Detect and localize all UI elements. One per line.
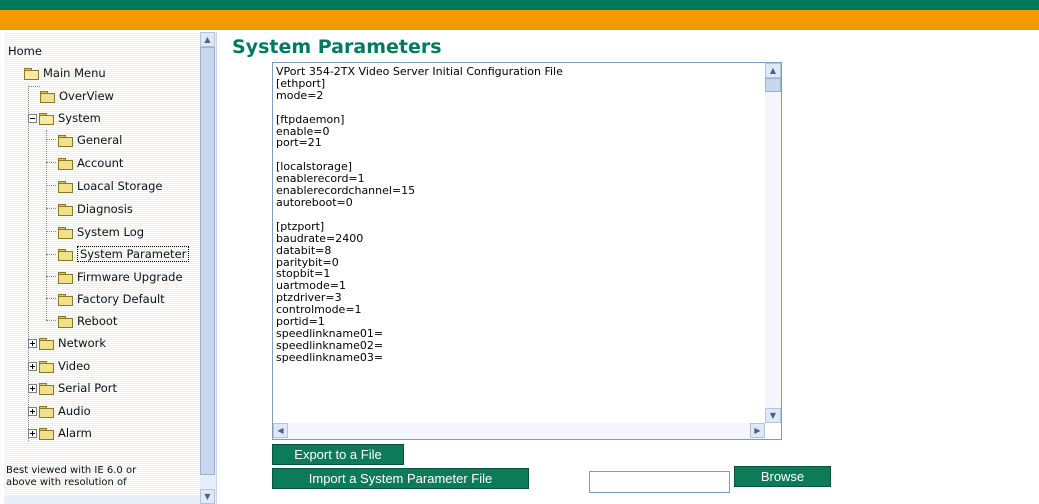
nav-item-label: Factory Default [77, 292, 165, 306]
nav-item-system-parameter[interactable]: System Parameter [58, 245, 190, 263]
folder-icon [58, 203, 73, 216]
folder-icon [58, 180, 73, 193]
browser-note: Best viewed with IE 6.0 or above with re… [6, 465, 136, 489]
scroll-up-icon[interactable]: ▲ [200, 32, 215, 47]
nav-item-video[interactable]: Video [28, 357, 90, 375]
header-green-bar [0, 0, 1039, 10]
folder-icon [39, 427, 54, 440]
nav-item-label: Account [77, 156, 124, 170]
scroll-thumb[interactable] [765, 78, 781, 92]
nav-item-label: Network [58, 336, 107, 350]
nav-item-reboot[interactable]: Reboot [58, 312, 117, 330]
export-button[interactable]: Export to a File [272, 444, 404, 465]
expand-icon[interactable] [28, 338, 37, 348]
nav-home[interactable]: Home [8, 42, 42, 60]
nav-item-label: Serial Port [58, 381, 117, 395]
sidebar-scrollbar[interactable]: ▲ ▼ [200, 32, 216, 504]
nav-item-factory-default[interactable]: Factory Default [58, 290, 165, 308]
folder-icon [58, 293, 73, 306]
nav-item-label: Alarm [58, 426, 92, 440]
nav-item-label: System Log [77, 225, 145, 239]
nav-item-network[interactable]: Network [28, 334, 106, 352]
scroll-down-icon[interactable]: ▼ [765, 408, 781, 423]
tree-connector [46, 298, 56, 299]
expand-icon[interactable] [28, 383, 37, 393]
scroll-thumb[interactable] [200, 47, 215, 475]
folder-icon [58, 271, 73, 284]
nav-main-menu[interactable]: Main Menu [24, 64, 106, 82]
nav-item-label: General [77, 133, 123, 147]
nav-item-alarm[interactable]: Alarm [28, 424, 92, 442]
nav-item-label: Audio [58, 404, 91, 418]
tree-connector [46, 320, 56, 321]
collapse-icon[interactable] [28, 113, 37, 123]
nav-item-local-storage[interactable]: Loacal Storage [58, 177, 163, 195]
nav-item-label: Video [58, 359, 91, 373]
folder-icon [58, 315, 73, 328]
scroll-right-icon[interactable]: ▶ [750, 423, 765, 438]
nav-item-label: OverView [59, 89, 114, 103]
scroll-down-icon[interactable]: ▼ [200, 489, 215, 504]
browse-button[interactable]: Browse [734, 466, 831, 487]
scroll-up-icon[interactable]: ▲ [765, 63, 781, 78]
tree-connector [28, 86, 40, 87]
folder-open-icon [39, 112, 54, 125]
page-title: System Parameters [232, 36, 442, 58]
nav-main-menu-label: Main Menu [43, 66, 106, 80]
nav-item-serial-port[interactable]: Serial Port [28, 379, 117, 397]
tree-connector [46, 208, 56, 209]
nav-item-label: Diagnosis [77, 202, 133, 216]
config-horizontal-scrollbar[interactable]: ◀ ▶ [273, 423, 765, 439]
expand-icon[interactable] [28, 406, 37, 416]
file-path-input[interactable] [589, 471, 730, 493]
folder-icon [58, 226, 73, 239]
config-text: VPort 354-2TX Video Server Initial Confi… [276, 66, 563, 364]
nav-item-label: System Parameter [77, 246, 190, 262]
nav-item-audio[interactable]: Audio [28, 402, 91, 420]
nav-item-overview[interactable]: OverView [40, 87, 114, 105]
nav-home-label: Home [8, 44, 42, 58]
nav-item-label: Loacal Storage [77, 179, 163, 193]
nav-item-label: Firmware Upgrade [77, 270, 183, 284]
tree-connector [46, 254, 56, 255]
folder-open-icon [24, 67, 39, 80]
tree-connector [46, 139, 56, 140]
config-textarea[interactable]: VPort 354-2TX Video Server Initial Confi… [272, 62, 782, 440]
tree-connector [46, 185, 56, 186]
tree-connector [46, 231, 56, 232]
expand-icon[interactable] [28, 428, 37, 438]
browser-note-line: above with resolution of [6, 477, 127, 488]
sidebar-nav: Home Main Menu OverView System General A… [4, 32, 217, 504]
sidebar-horizontal-scrollbar[interactable] [4, 496, 200, 504]
scroll-left-icon[interactable]: ◀ [273, 423, 288, 438]
nav-item-label: Reboot [77, 314, 118, 328]
folder-icon [58, 248, 73, 261]
expand-icon[interactable] [28, 361, 37, 371]
import-button[interactable]: Import a System Parameter File [272, 468, 529, 489]
tree-connector [46, 130, 47, 320]
config-vertical-scrollbar[interactable]: ▲ ▼ [765, 63, 781, 423]
browser-note-line: Best viewed with IE 6.0 or [6, 465, 137, 476]
nav-item-account[interactable]: Account [58, 154, 123, 172]
nav-item-system[interactable]: System [28, 109, 101, 127]
folder-icon [58, 157, 73, 170]
nav-item-system-log[interactable]: System Log [58, 223, 144, 241]
folder-icon [40, 90, 55, 103]
folder-icon [39, 337, 54, 350]
header-orange-bar [0, 10, 1039, 30]
tree-connector [46, 162, 56, 163]
folder-icon [39, 405, 54, 418]
folder-icon [39, 382, 54, 395]
nav-item-label: System [58, 111, 101, 125]
nav-item-firmware-upgrade[interactable]: Firmware Upgrade [58, 268, 183, 286]
tree-connector [46, 276, 56, 277]
folder-icon [39, 360, 54, 373]
nav-item-diagnosis[interactable]: Diagnosis [58, 200, 133, 218]
nav-item-general[interactable]: General [58, 131, 122, 149]
folder-icon [58, 134, 73, 147]
